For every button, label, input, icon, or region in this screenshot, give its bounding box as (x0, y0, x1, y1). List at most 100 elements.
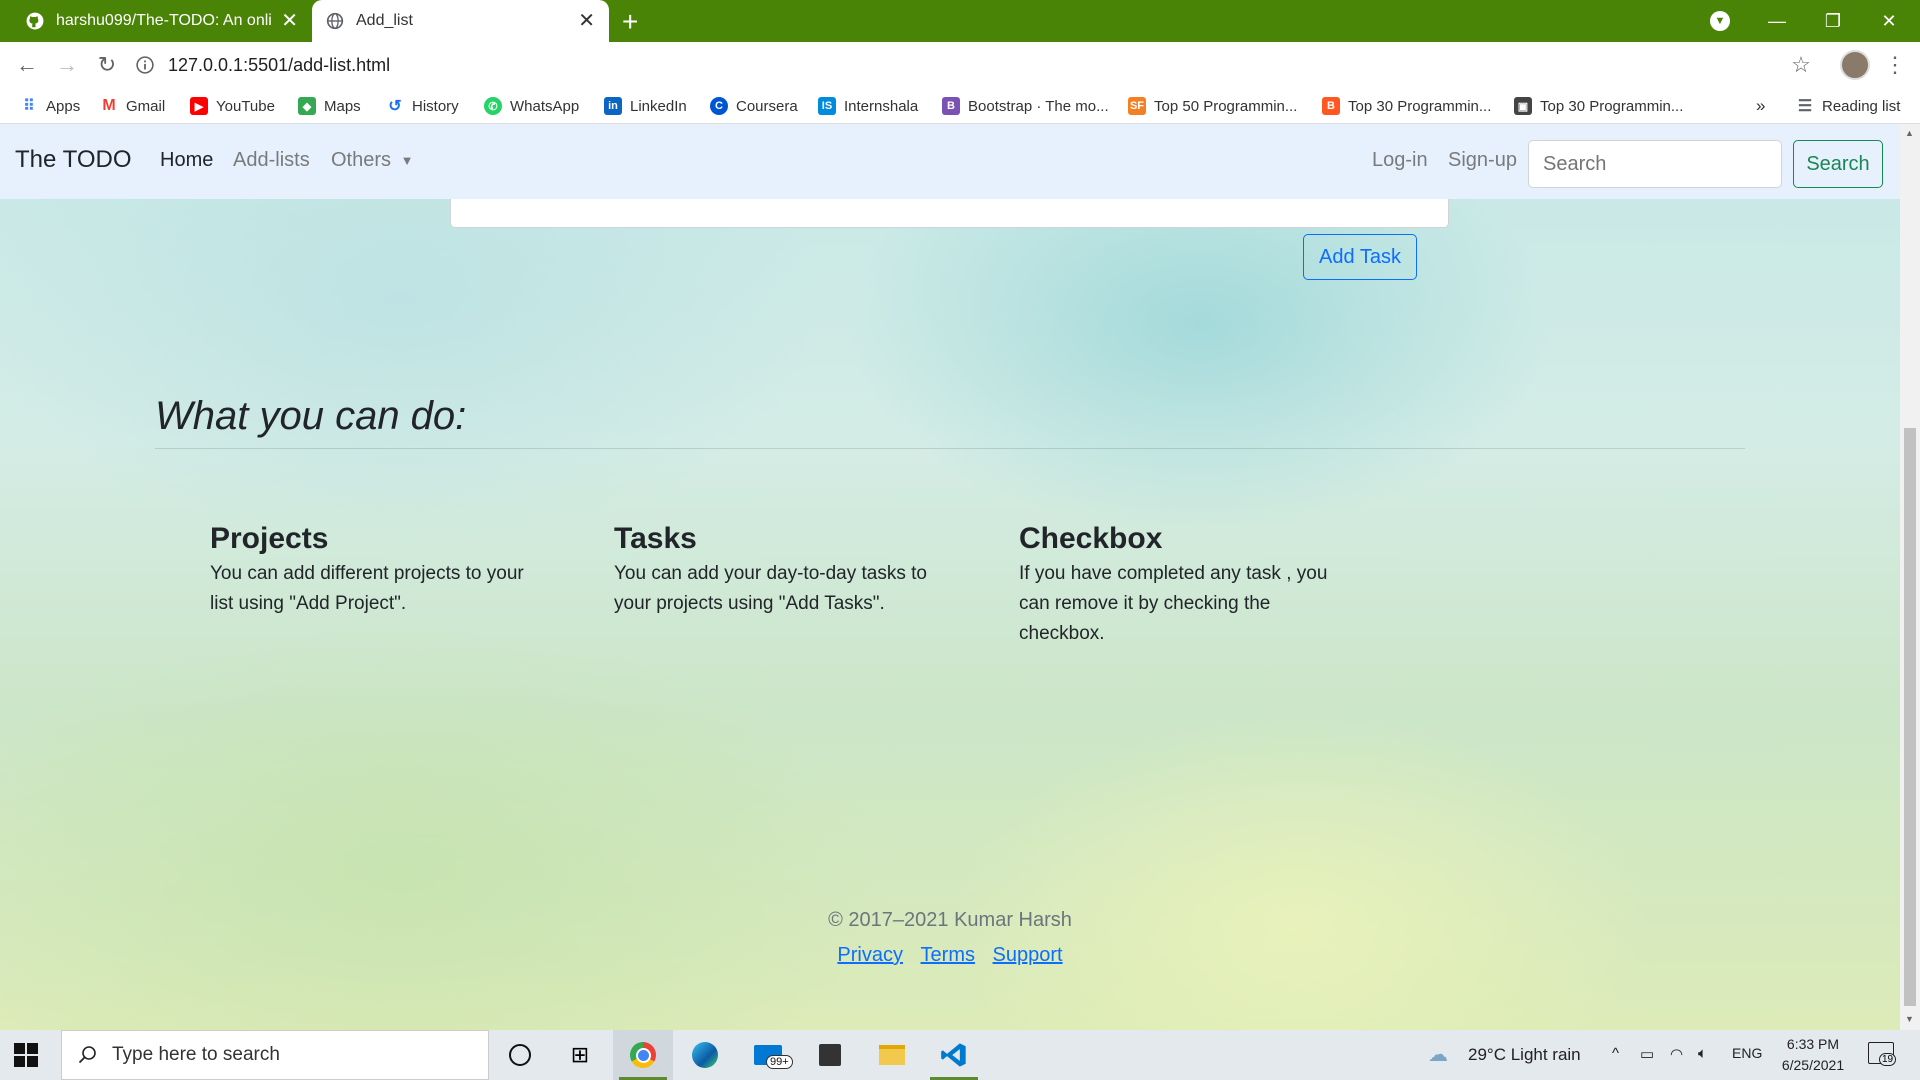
brand-logo[interactable]: The TODO (15, 146, 131, 174)
edge-icon[interactable] (675, 1030, 735, 1080)
browser-tab-strip: harshu099/The-TODO: An online ✕ Add_list… (0, 0, 1920, 42)
copyright-text: © 2017–2021 Kumar Harsh (828, 909, 1072, 931)
features-heading: What you can do: (155, 394, 467, 438)
menu-dots-icon[interactable]: ⋮ (1880, 50, 1910, 80)
support-link[interactable]: Support (993, 944, 1063, 966)
volume-icon[interactable]: 🔈︎ (1698, 1045, 1707, 1062)
feature-title: Projects (210, 522, 329, 555)
search-button[interactable]: Search (1793, 140, 1883, 188)
minimize-icon[interactable]: — (1752, 0, 1802, 42)
bookmark-star-icon[interactable]: ☆ (1786, 50, 1816, 80)
profile-avatar[interactable] (1840, 50, 1870, 80)
taskbar-search-box[interactable]: Type here to search (61, 1030, 489, 1080)
bookmark-maps[interactable]: ◆ Maps (298, 88, 361, 124)
info-icon[interactable] (136, 56, 154, 74)
internshala-icon: IS (818, 97, 836, 115)
history-icon: ↺ (388, 98, 402, 115)
sf-icon: SF (1128, 97, 1146, 115)
nav-signup[interactable]: Sign-up (1448, 149, 1517, 172)
site-navbar: The TODO Home Add-lists Others ▼ Log-in … (0, 124, 1900, 199)
back-icon[interactable]: ← (12, 50, 42, 80)
reload-icon[interactable]: ↻ (92, 50, 122, 80)
bookmark-history[interactable]: ↺ History (386, 88, 458, 124)
task-view-icon[interactable]: ⊞ (550, 1030, 610, 1080)
notifications-icon[interactable]: 19 (1868, 1042, 1897, 1066)
privacy-link[interactable]: Privacy (837, 944, 903, 966)
mail-icon[interactable]: 99+ (738, 1030, 798, 1080)
page-viewport: Add Task What you can do: Projects You c… (0, 124, 1900, 1030)
tab-label: harshu099/The-TODO: An online (56, 12, 272, 29)
bookmark-whatsapp[interactable]: ✆ WhatsApp (484, 88, 579, 124)
windows-start-icon[interactable] (14, 1043, 38, 1067)
cortana-icon[interactable] (490, 1030, 550, 1080)
page-scrollbar[interactable]: ▲ ▼ (1900, 124, 1920, 1030)
footer-links: Privacy Terms Support (0, 944, 1900, 967)
gmail-icon: M (102, 97, 116, 114)
browser-tab-add-list[interactable]: Add_list ✕ (312, 0, 609, 42)
chrome-icon[interactable] (613, 1030, 673, 1080)
nav-home[interactable]: Home (160, 149, 213, 172)
weather-icon[interactable]: ☁ (1428, 1042, 1448, 1067)
weather-text[interactable]: 29°C Light rain (1468, 1045, 1581, 1065)
maps-icon: ◆ (298, 97, 316, 115)
bookmark-apps[interactable]: ⠿ Apps (20, 88, 80, 124)
tab-label: Add_list (356, 12, 413, 29)
scrollbar-thumb[interactable] (1904, 428, 1916, 1006)
nav-login[interactable]: Log-in (1372, 149, 1428, 172)
file-explorer-icon[interactable] (862, 1030, 922, 1080)
window-close-icon[interactable]: ✕ (1864, 0, 1914, 42)
bookmark-bootstrap[interactable]: B Bootstrap · The mo... (942, 88, 1109, 124)
bookmark-linkedin[interactable]: in LinkedIn (604, 88, 687, 124)
date: 6/25/2021 (1781, 1057, 1845, 1073)
wifi-icon[interactable]: ◠ (1670, 1045, 1683, 1063)
show-hidden-icons-icon[interactable]: ^ (1612, 1045, 1619, 1062)
forward-icon[interactable]: → (52, 50, 82, 80)
feature-projects: Projects You can add different projects … (210, 521, 530, 619)
bookmarks-more-icon[interactable]: » (1756, 88, 1765, 124)
close-icon[interactable]: ✕ (578, 11, 595, 31)
tab-search-icon[interactable]: ▼ (1710, 11, 1730, 31)
feature-text: You can add different projects to your l… (210, 563, 524, 614)
nav-add-lists[interactable]: Add-lists (233, 149, 310, 172)
battery-icon[interactable]: ▭ (1640, 1045, 1654, 1063)
clock[interactable]: 6:33 PM 6/25/2021 (1778, 1034, 1848, 1076)
search-icon (78, 1046, 96, 1064)
bookmark-coursera[interactable]: C Coursera (710, 88, 798, 124)
feature-checkbox: Checkbox If you have completed any task … (1019, 521, 1339, 649)
reading-list[interactable]: ☰ Reading list (1796, 88, 1901, 124)
nav-others-dropdown[interactable]: Others ▼ (331, 149, 413, 172)
terms-link[interactable]: Terms (921, 944, 975, 966)
url-text: 127.0.0.1:5501/add-list.html (168, 54, 391, 75)
new-tab-button[interactable]: + (622, 6, 638, 38)
browser-toolbar: ← → ↻ 127.0.0.1:5501/add-list.html ☆ ⋮ (0, 42, 1920, 88)
windows-taskbar: Type here to search ⊞ 99+ ☁ 29°C Light r… (0, 1030, 1920, 1080)
linkedin-icon: in (604, 97, 622, 115)
feature-title: Checkbox (1019, 522, 1163, 555)
globe-icon (326, 12, 344, 30)
restore-icon[interactable]: ❐ (1808, 0, 1858, 42)
bookmark-top30-b[interactable]: ▣ Top 30 Programmin... (1514, 88, 1683, 124)
bookmark-youtube[interactable]: ▶ YouTube (190, 88, 275, 124)
add-task-button[interactable]: Add Task (1303, 234, 1417, 280)
scroll-down-icon[interactable]: ▼ (1905, 1014, 1914, 1024)
caret-down-icon: ▼ (400, 153, 414, 169)
address-bar[interactable]: 127.0.0.1:5501/add-list.html (136, 48, 1776, 82)
feature-text: If you have completed any task , you can… (1019, 563, 1328, 644)
bookmark-top50[interactable]: SF Top 50 Programmin... (1128, 88, 1297, 124)
close-icon[interactable]: ✕ (281, 11, 298, 31)
bookmark-gmail[interactable]: M Gmail (100, 88, 165, 124)
reading-list-icon: ☰ (1797, 98, 1813, 115)
browser-tab-github[interactable]: harshu099/The-TODO: An online ✕ (12, 0, 312, 42)
store-icon[interactable] (800, 1030, 860, 1080)
youtube-icon: ▶ (190, 97, 208, 115)
search-input[interactable] (1528, 140, 1782, 188)
bootstrap-icon: B (942, 97, 960, 115)
bookmark-internshala[interactable]: IS Internshala (818, 88, 918, 124)
time: 6:33 PM (1786, 1036, 1840, 1052)
vscode-icon[interactable] (924, 1030, 984, 1080)
language-indicator[interactable]: ENG (1732, 1045, 1762, 1061)
bookmark-top30-a[interactable]: B Top 30 Programmin... (1322, 88, 1491, 124)
feature-tasks: Tasks You can add your day-to-day tasks … (614, 521, 934, 619)
scroll-up-icon[interactable]: ▲ (1905, 128, 1914, 138)
coursera-icon: C (710, 97, 728, 115)
